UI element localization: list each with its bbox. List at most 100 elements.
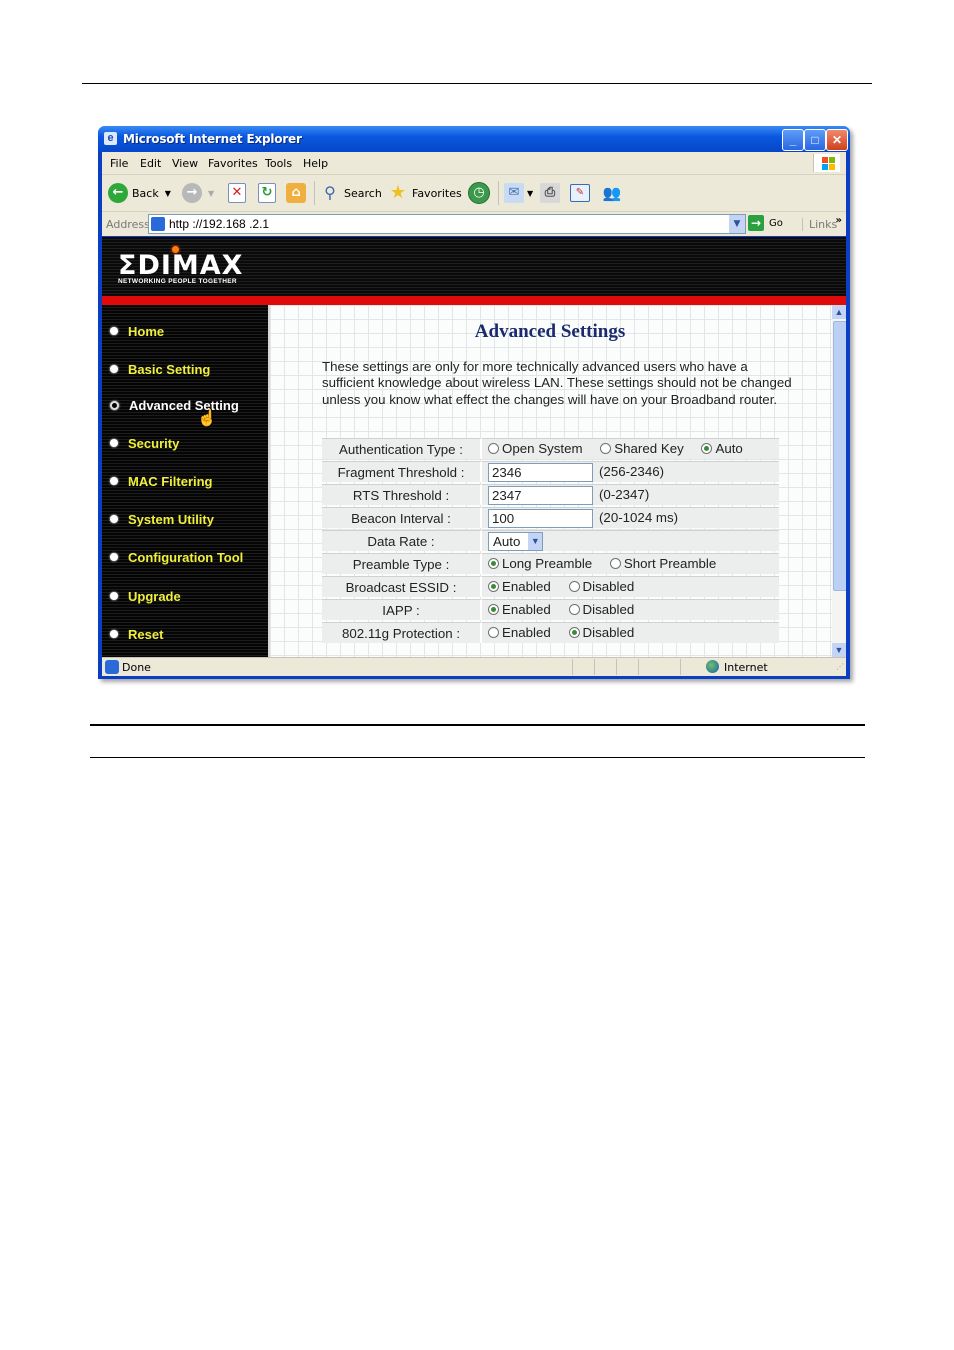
back-dropdown-icon[interactable]: ▼ (165, 189, 171, 198)
stop-button[interactable]: ✕ (228, 182, 246, 204)
history-icon: ◷ (468, 182, 490, 204)
iapp-disabled-radio[interactable]: Disabled (568, 602, 634, 617)
preamble-type-label: Preamble Type : (322, 553, 482, 574)
bullet-icon (110, 630, 118, 638)
refresh-button[interactable]: ↻ (258, 182, 276, 204)
internet-zone-icon (706, 660, 719, 673)
address-dropdown-icon[interactable]: ▼ (729, 215, 745, 233)
logo-tagline: NETWORKING PEOPLE TOGETHER (118, 278, 237, 285)
essid-disabled-radio[interactable]: Disabled (568, 579, 634, 594)
print-button[interactable]: ⎙ (540, 182, 560, 204)
data-rate-label: Data Rate : (322, 530, 482, 551)
security-zone: Internet (724, 661, 768, 674)
auth-shared-key-radio[interactable]: Shared Key (600, 441, 684, 456)
data-rate-select[interactable]: Auto ▼ (488, 531, 544, 551)
address-input[interactable]: http ://192.168 .2.1 ▼ (148, 214, 746, 234)
forward-button[interactable]: → ▼ (182, 182, 214, 204)
main-content: Advanced Settings These settings are onl… (270, 305, 832, 657)
rts-threshold-input[interactable]: 2347 (488, 485, 593, 505)
toolbar-separator (314, 181, 315, 205)
sidebar-item-configuration-tool[interactable]: Configuration Tool (110, 548, 243, 566)
essid-enabled-radio[interactable]: Enabled (488, 579, 551, 594)
preamble-long-radio[interactable]: Long Preamble (488, 556, 592, 571)
messenger-button[interactable]: 👥 (602, 182, 622, 204)
sidebar-item-mac-filtering[interactable]: MAC Filtering (110, 472, 213, 490)
links-button[interactable]: Links (802, 218, 837, 231)
mail-button[interactable]: ✉ ▼ (504, 182, 533, 204)
refresh-icon: ↻ (258, 183, 276, 203)
sidebar-item-system-utility[interactable]: System Utility (110, 510, 214, 528)
address-url[interactable]: http ://192.168 .2.1 (169, 217, 269, 231)
history-button[interactable]: ◷ (468, 182, 490, 204)
links-chevron-icon[interactable]: » (836, 215, 842, 226)
bullet-active-icon (110, 400, 119, 410)
radio-icon (568, 604, 580, 615)
menu-edit[interactable]: Edit (140, 157, 161, 170)
search-button[interactable]: ⚲ Search (320, 182, 382, 204)
menu-favorites[interactable]: Favorites (208, 157, 258, 170)
menu-bar: File Edit View Favorites Tools Help (102, 152, 846, 175)
ie-page-icon (105, 660, 119, 674)
status-divider (638, 659, 639, 675)
vertical-scrollbar[interactable]: ▲ ▼ (832, 305, 846, 657)
hand-cursor-icon: ☝ (197, 410, 217, 427)
scroll-up-icon[interactable]: ▲ (832, 305, 846, 319)
menu-help[interactable]: Help (303, 157, 328, 170)
g-protection-enabled-radio[interactable]: Enabled (488, 625, 551, 640)
minimize-button[interactable]: _ (782, 129, 804, 151)
bullet-icon (110, 553, 118, 561)
bullet-icon (110, 439, 118, 447)
back-button[interactable]: ← Back ▼ (108, 182, 171, 204)
banner-red-stripe (102, 296, 846, 305)
fragment-threshold-input[interactable]: 2346 (488, 462, 593, 482)
beacon-interval-input[interactable]: 100 (488, 508, 593, 528)
standard-toolbar: ← Back ▼ → ▼ ✕ ↻ ⌂ ⚲ Search ★ Favorites … (102, 175, 846, 212)
title-bar: e Microsoft Internet Explorer _ □ ✕ (98, 126, 850, 152)
preamble-short-radio[interactable]: Short Preamble (609, 556, 716, 571)
resize-grip-icon[interactable]: ⋰ (836, 662, 844, 671)
search-icon: ⚲ (324, 183, 336, 202)
g-protection-disabled-radio[interactable]: Disabled (568, 625, 634, 640)
radio-icon (600, 443, 612, 454)
sidebar-item-security[interactable]: Security (110, 434, 179, 452)
auth-open-system-radio[interactable]: Open System (488, 441, 583, 456)
fragment-threshold-label: Fragment Threshold : (322, 461, 482, 482)
sidebar-item-advanced-setting[interactable]: Advanced Setting (110, 396, 239, 414)
edit-button[interactable]: ✎ (570, 182, 590, 204)
address-bar: Address http ://192.168 .2.1 ▼ → Go Link… (102, 212, 846, 236)
radio-selected-icon (568, 627, 580, 638)
status-divider (616, 659, 617, 675)
auth-auto-radio[interactable]: Auto (701, 441, 743, 456)
menu-file[interactable]: File (110, 157, 128, 170)
menu-tools[interactable]: Tools (265, 157, 292, 170)
sidebar-item-reset[interactable]: Reset (110, 625, 163, 643)
table-row: Data Rate : Auto ▼ (322, 530, 779, 551)
go-arrow-icon: → (748, 215, 764, 231)
iapp-enabled-radio[interactable]: Enabled (488, 602, 551, 617)
scroll-thumb[interactable] (833, 321, 846, 591)
sidebar-item-home[interactable]: Home (110, 322, 164, 340)
bullet-icon (110, 327, 118, 335)
section-rule-thin (90, 757, 865, 758)
favorites-button[interactable]: ★ Favorites (388, 182, 462, 204)
print-icon: ⎙ (540, 183, 560, 203)
table-row: Beacon Interval : 100 (20-1024 ms) (322, 507, 779, 528)
advanced-settings-table: Authentication Type : Open System Shared… (322, 436, 779, 645)
maximize-button[interactable]: □ (804, 129, 826, 151)
address-label: Address (106, 218, 150, 231)
close-button[interactable]: ✕ (826, 129, 848, 151)
table-row: Preamble Type : Long Preamble Short Prea… (322, 553, 779, 574)
sidebar-item-basic-setting[interactable]: Basic Setting (110, 360, 210, 378)
edimax-banner: ΣDIMAX NETWORKING PEOPLE TOGETHER (102, 237, 846, 296)
home-button[interactable]: ⌂ (286, 182, 306, 204)
ie-app-icon: e (104, 132, 117, 145)
go-button[interactable]: → Go (748, 215, 783, 231)
table-row: RTS Threshold : 2347 (0-2347) (322, 484, 779, 505)
mail-dropdown-icon[interactable]: ▼ (527, 189, 533, 198)
sidebar-item-upgrade[interactable]: Upgrade (110, 587, 181, 605)
scroll-down-icon[interactable]: ▼ (832, 643, 846, 657)
bullet-icon (110, 592, 118, 600)
menu-view[interactable]: View (172, 157, 198, 170)
status-divider (594, 659, 595, 675)
radio-icon (568, 581, 580, 592)
